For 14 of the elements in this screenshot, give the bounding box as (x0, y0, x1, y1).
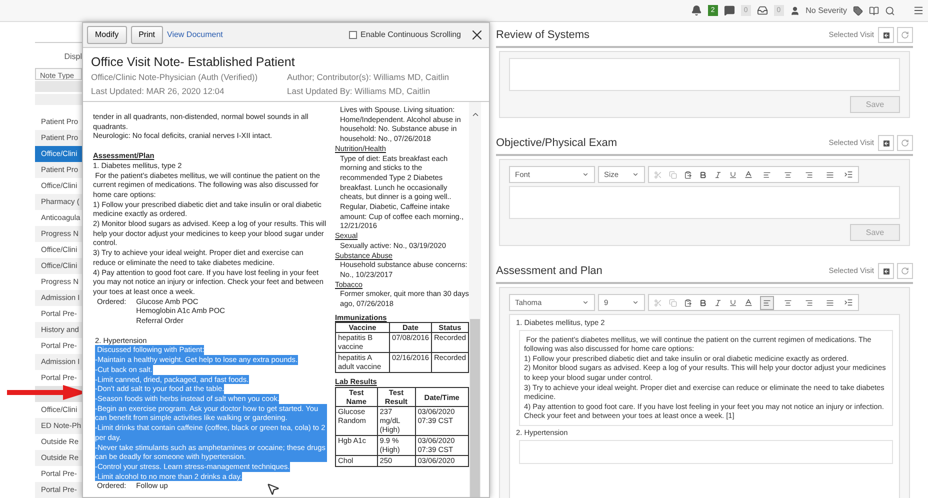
display-label: Displ (63, 52, 82, 62)
checkbox-label[interactable]: Enable Continuous Scrolling (360, 29, 461, 41)
author-text: Author; Contributor(s): Williams MD, Caitlin (287, 71, 450, 84)
section-title: Objective/Physical Exam (496, 136, 618, 151)
note-type-text: Office/Clinic Note-Physician (Auth (Verified)) (91, 71, 259, 84)
toolbar-button[interactable]: Modify (87, 26, 127, 44)
section-title: Assessment and Plan (496, 264, 604, 279)
document-title: Office Visit Note- Established Patient (91, 54, 296, 70)
last-updated-by-text: Last Updated By: Williams MD, Caitlin (287, 85, 432, 98)
toolbar-button[interactable]: Print (130, 26, 164, 44)
view-document-link[interactable]: View Document (167, 29, 223, 41)
section-title: Review of Systems (496, 28, 591, 43)
severity-label[interactable]: No Severity (806, 4, 847, 16)
last-updated-text: Last Updated: MAR 26, 2020 12:04 (91, 85, 226, 98)
